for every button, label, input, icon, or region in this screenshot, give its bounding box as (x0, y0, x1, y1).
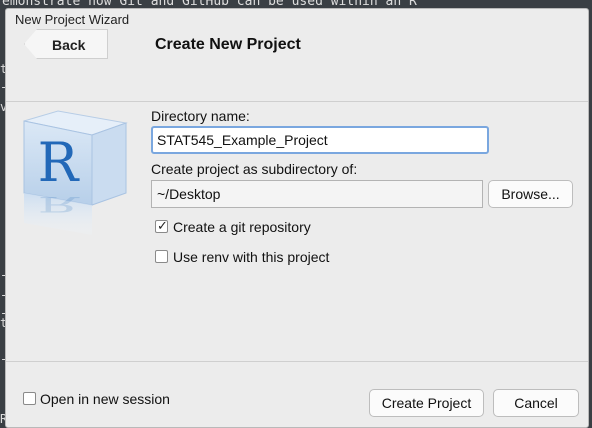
subdirectory-label: Create project as subdirectory of: (151, 161, 358, 177)
open-new-session-checkbox[interactable] (23, 392, 36, 405)
window-title: New Project Wizard (15, 12, 130, 27)
svg-text:R: R (38, 192, 80, 217)
create-project-button[interactable]: Create Project (369, 389, 484, 417)
new-project-dialog: New Project Wizard Back Create New Proje… (5, 8, 589, 428)
open-new-session-label[interactable]: Open in new session (40, 391, 170, 407)
subdirectory-path-field[interactable]: ~/Desktop (151, 180, 483, 208)
header-divider (6, 101, 588, 102)
directory-name-label: Directory name: (151, 108, 250, 124)
cancel-button[interactable]: Cancel (493, 389, 579, 417)
page-title: Create New Project (155, 36, 301, 53)
git-repo-label[interactable]: Create a git repository (173, 219, 311, 235)
renv-checkbox[interactable] (155, 250, 168, 263)
browse-button[interactable]: Browse... (488, 180, 573, 208)
footer-divider (6, 361, 588, 362)
renv-label[interactable]: Use renv with this project (173, 249, 329, 265)
checkmark-icon: ✓ (157, 218, 168, 233)
directory-name-input[interactable]: STAT545_Example_Project (151, 126, 489, 154)
svg-text:R: R (38, 131, 80, 194)
r-logo-icon: R R (23, 110, 128, 235)
git-repo-checkbox[interactable]: ✓ (155, 218, 168, 233)
back-button-label[interactable]: Back (52, 37, 85, 53)
